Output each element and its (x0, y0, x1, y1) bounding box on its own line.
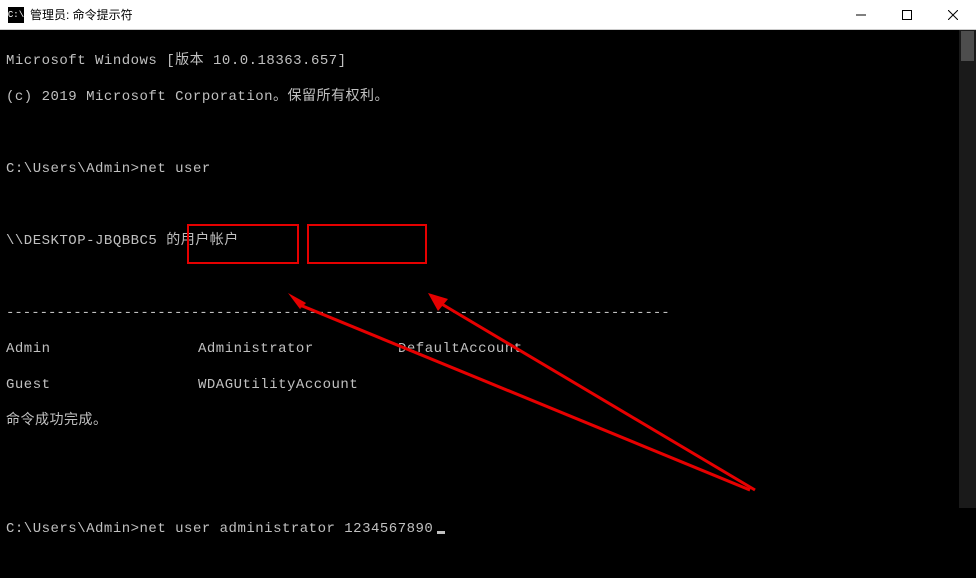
prompt-line-2: C:\Users\Admin>net user administrator 12… (6, 520, 970, 538)
account-cell: Guest (6, 376, 198, 394)
titlebar: C:\ 管理员: 命令提示符 (0, 0, 976, 30)
command-1: net user (140, 161, 211, 177)
window-controls (838, 0, 976, 29)
minimize-button[interactable] (838, 0, 884, 29)
scrollbar-thumb[interactable] (961, 31, 974, 61)
prompt-prefix: C:\Users\Admin> (6, 161, 140, 177)
close-button[interactable] (930, 0, 976, 29)
command-2-base: net user (140, 521, 211, 537)
copyright-line: (c) 2019 Microsoft Corporation。保留所有权利。 (6, 88, 970, 106)
terminal-output[interactable]: Microsoft Windows [版本 10.0.18363.657] (c… (0, 30, 976, 578)
maximize-button[interactable] (884, 0, 930, 29)
account-row-2: GuestWDAGUtilityAccount (6, 376, 970, 394)
version-line: Microsoft Windows [版本 10.0.18363.657] (6, 52, 970, 70)
scrollbar[interactable] (959, 30, 976, 508)
divider-line: ----------------------------------------… (6, 304, 970, 322)
success-message: 命令成功完成。 (6, 412, 970, 430)
account-row-1: AdminAdministratorDefaultAccount (6, 340, 970, 358)
prompt-line-1: C:\Users\Admin>net user (6, 160, 970, 178)
account-cell: Admin (6, 340, 198, 358)
window-title: 管理员: 命令提示符 (30, 6, 838, 23)
cmd-icon: C:\ (8, 7, 24, 23)
account-cell: Administrator (198, 340, 398, 358)
command-2-arg2: 1234567890 (344, 521, 433, 537)
account-cell: WDAGUtilityAccount (198, 376, 398, 394)
account-cell: DefaultAccount (398, 340, 523, 358)
terminal-area: Microsoft Windows [版本 10.0.18363.657] (c… (0, 30, 976, 508)
accounts-header: \\DESKTOP-JBQBBC5 的用户帐户 (6, 232, 970, 250)
prompt-prefix: C:\Users\Admin> (6, 521, 140, 537)
cursor (437, 531, 445, 534)
command-2-arg1: administrator (220, 521, 336, 537)
